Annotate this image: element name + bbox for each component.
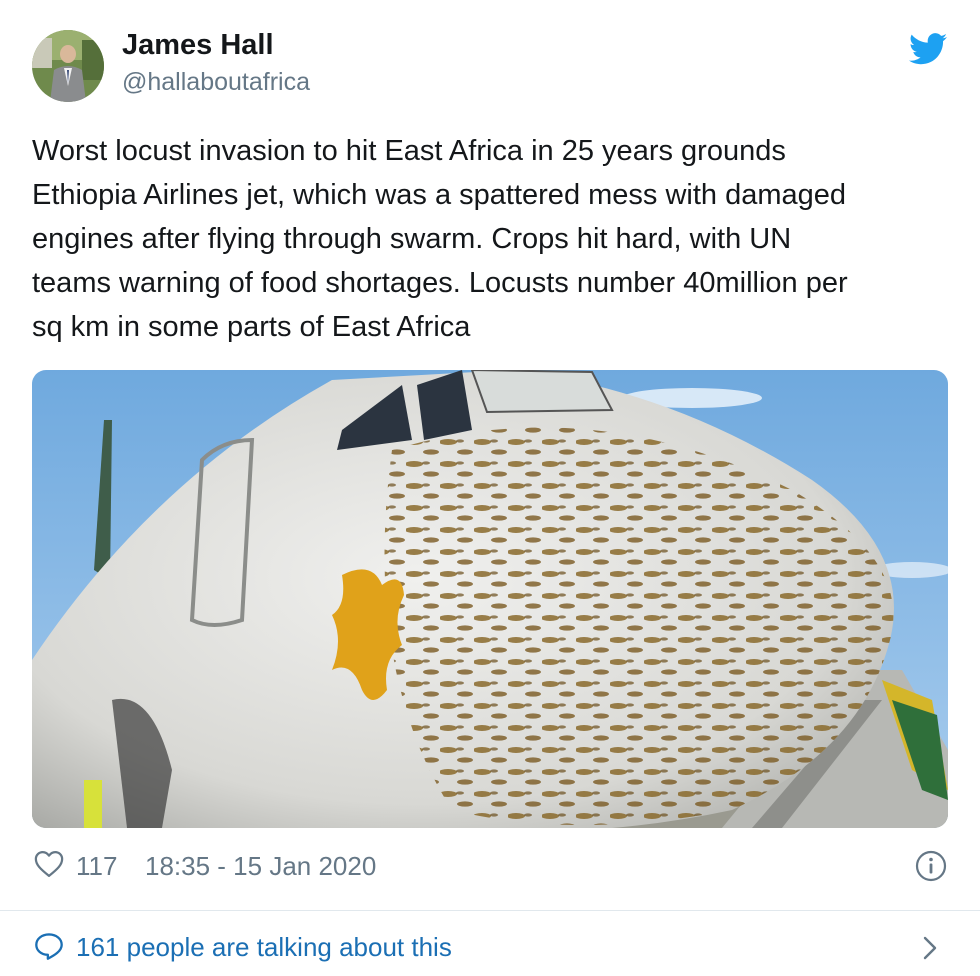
avatar-image [32,30,104,102]
tweet-meta-row: 117 18:35 - 15 Jan 2020 [32,846,952,886]
tweet-timestamp[interactable]: 18:35 - 15 Jan 2020 [145,849,376,883]
speech-bubble-icon [35,933,63,960]
info-icon[interactable] [915,850,947,882]
conversation-link[interactable]: 161 people are talking about this [32,927,952,967]
author-handle[interactable]: @hallaboutafrica [122,65,310,99]
conversation-label[interactable]: 161 people are talking about this [76,929,452,965]
airplane-photo [32,370,948,828]
author-name[interactable]: James Hall [122,26,274,64]
author-avatar[interactable] [32,30,104,102]
tweet-media-image[interactable] [32,370,948,828]
chevron-right-icon[interactable] [922,935,938,961]
twitter-bird-icon[interactable] [909,33,947,65]
tweet-text: Worst locust invasion to hit East Africa… [32,135,848,343]
heart-icon[interactable] [34,850,64,878]
divider [0,910,980,911]
like-count[interactable]: 117 [76,849,117,883]
